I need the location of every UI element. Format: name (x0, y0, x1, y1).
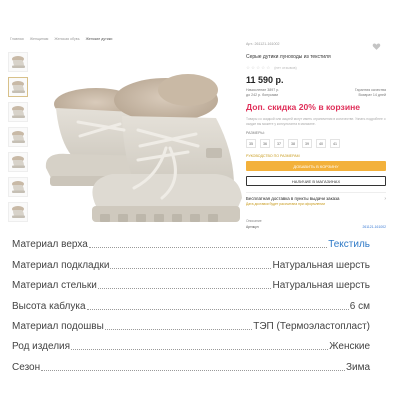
size-option[interactable]: 37 (274, 139, 284, 148)
add-to-cart-button[interactable]: ДОБАВИТЬ В КОРЗИНУ (246, 161, 386, 171)
size-label: РАЗМЕРЫ: (246, 131, 265, 135)
thumbnail[interactable] (8, 152, 28, 172)
boot-thumbnail-icon (11, 156, 25, 168)
boot-thumbnail-icon (11, 81, 25, 93)
product-price: 11 590 р. (246, 75, 284, 85)
rating[interactable]: ☆ ☆ ☆ ☆ ☆ (нет отзывов) (246, 65, 386, 71)
spec-key: Сезон (12, 361, 41, 373)
dotted-leader (86, 308, 349, 310)
spec-row: Материал верха Текстиль (12, 230, 370, 250)
rating-count: (нет отзывов) (274, 66, 297, 70)
discount-note: Товары со скидкой или акцией могут иметь… (246, 117, 386, 126)
breadcrumb-item[interactable]: Женская обувь (54, 37, 79, 41)
thumbnail-list (8, 52, 30, 227)
size-guide-link[interactable]: РУКОВОДСТВО ПО РАЗМЕРАМ (246, 154, 386, 158)
size-option[interactable]: 36 (260, 139, 270, 148)
spec-key: Материал стельки (12, 280, 97, 292)
size-option[interactable]: 38 (288, 139, 298, 148)
breadcrumb-current: Женские дутики (85, 37, 113, 41)
spec-row: Материал стельки Натуральная шерсть (12, 271, 370, 291)
spec-key: Род изделия (12, 341, 71, 353)
spec-value: ТЭП (Термоэластопласт) (253, 320, 370, 332)
breadcrumb: Главная Женщинам Женская обувь Женские д… (10, 37, 112, 41)
bonus-row: Начисление 3897 р. до 242 р. бонусами Га… (246, 88, 386, 100)
dotted-leader (110, 267, 272, 269)
spec-value-link[interactable]: Текстиль (328, 239, 370, 250)
dotted-leader (41, 369, 345, 371)
description-key: Артикул (246, 225, 259, 229)
description-row: Артикул 261121-161002 (246, 225, 386, 229)
thumbnail[interactable] (8, 52, 28, 72)
boot-thumbnail-icon (11, 56, 25, 68)
star-icon: ☆ (246, 65, 251, 70)
delivery-info[interactable]: Бесплатная доставка в пункты выдачи зака… (246, 192, 386, 206)
dotted-leader (104, 328, 253, 330)
description-value: 261121-161002 (362, 225, 386, 229)
spec-key: Материал подкладки (12, 259, 110, 271)
spec-value: 6 см (349, 300, 370, 312)
spec-value: Зима (345, 361, 370, 373)
product-info: Арт.: 261121-161002 Серые дутики луноход… (246, 42, 386, 229)
bonus-accrual-sub: до 242 р. бонусами (246, 93, 279, 97)
spec-key: Материал верха (12, 239, 88, 251)
product-sku: Арт.: 261121-161002 (246, 42, 280, 46)
product-title: Серые дутики луноходы из текстиля (246, 54, 331, 60)
size-option[interactable]: 41 (330, 139, 340, 148)
delivery-title: Бесплатная доставка в пункты выдачи зака… (246, 196, 340, 201)
spec-row: Материал подкладки Натуральная шерсть (12, 250, 370, 271)
star-icon: ☆ (256, 65, 261, 70)
boot-thumbnail-icon (11, 206, 25, 218)
return-policy: Возврат 14 дней (358, 93, 386, 97)
dotted-leader (88, 247, 328, 249)
spec-key: Материал подошвы (12, 320, 104, 332)
thumbnail[interactable] (8, 77, 28, 97)
delivery-subtitle: Дата доставки будет рассчитана при оформ… (246, 202, 325, 206)
boot-thumbnail-icon (11, 131, 25, 143)
thumbnail[interactable] (8, 127, 28, 147)
star-icon: ☆ (251, 65, 256, 70)
spec-row: Материал подошвы ТЭП (Термоэластопласт) (12, 312, 370, 332)
star-icon: ☆ (261, 65, 266, 70)
boot-thumbnail-icon (11, 106, 25, 118)
star-icon: ☆ (266, 65, 271, 70)
heart-icon[interactable] (372, 42, 381, 51)
thumbnail[interactable] (8, 202, 28, 222)
spec-key: Высота каблука (12, 300, 86, 312)
spec-value: Женские (329, 341, 370, 353)
size-option[interactable]: 39 (302, 139, 312, 148)
spec-row: Сезон Зима (12, 352, 370, 373)
promo-discount: Доп. скидка 20% в корзине (246, 102, 361, 112)
store-availability-button[interactable]: НАЛИЧИЕ В МАГАЗИНАХ (246, 176, 386, 186)
breadcrumb-item[interactable]: Женщинам (30, 37, 49, 41)
chevron-right-icon: › (384, 196, 386, 202)
size-option[interactable]: 35 (246, 139, 256, 148)
thumbnail[interactable] (8, 102, 28, 122)
product-photo (45, 74, 243, 222)
product-card: Главная Женщинам Женская обувь Женские д… (0, 0, 400, 229)
thumbnail[interactable] (8, 177, 28, 197)
spec-value: Натуральная шерсть (272, 259, 370, 271)
characteristics-table: Материал верха Текстиль Материал подкладки… (12, 230, 370, 373)
size-option[interactable]: 40 (316, 139, 326, 148)
breadcrumb-item[interactable]: Главная (10, 37, 24, 41)
dotted-leader (97, 288, 272, 290)
spec-row: Высота каблука 6 см (12, 291, 370, 312)
description-label: Описание (246, 219, 262, 223)
spec-row: Род изделия Женские (12, 332, 370, 352)
boot-thumbnail-icon (11, 181, 25, 193)
spec-value: Натуральная шерсть (272, 280, 370, 292)
size-selector: 35 36 37 38 39 40 41 (246, 139, 386, 148)
dotted-leader (71, 349, 329, 351)
